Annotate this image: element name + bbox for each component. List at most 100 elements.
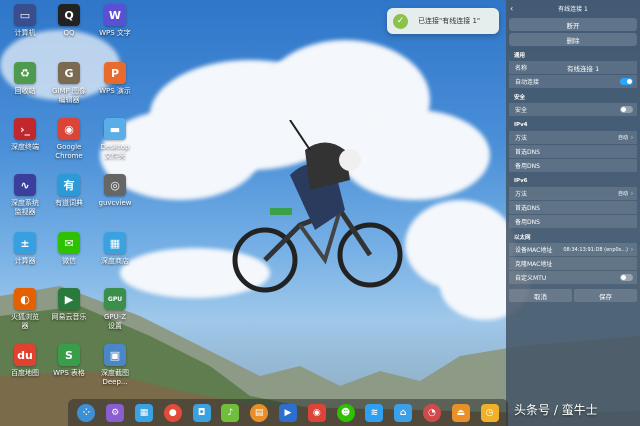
- eject-icon[interactable]: ⏏: [451, 403, 470, 422]
- image-viewer-icon[interactable]: ⌂: [394, 403, 413, 422]
- desktop-icon[interactable]: W WPS 文字: [90, 4, 140, 38]
- music-player-icon[interactable]: ♪: [221, 403, 240, 422]
- firefox-icon: ◐: [14, 288, 36, 310]
- ipv4-method-row[interactable]: 方法 自动 ›: [509, 131, 637, 144]
- delete-button[interactable]: 删除: [509, 33, 637, 46]
- security-heading: 安全: [514, 95, 526, 101]
- ipv6-dns1-label: 首选DNS: [515, 205, 540, 212]
- autoconnect-toggle[interactable]: [620, 78, 633, 85]
- clone-mac-field[interactable]: 克隆MAC地址: [509, 257, 637, 270]
- name-row[interactable]: 名称 有线连接 1: [509, 61, 637, 74]
- name-field[interactable]: 有线连接 1: [567, 63, 599, 73]
- ipv4-dns1-field[interactable]: 首选DNS: [509, 145, 637, 158]
- desktop-icon[interactable]: ▶ 网易云音乐: [44, 288, 94, 322]
- app-store-icon[interactable]: ◘: [192, 403, 211, 422]
- desktop-icon[interactable]: ▣ 深度截图 Deep...: [90, 344, 140, 387]
- wps-writer-icon: W: [104, 4, 126, 26]
- gimp-icon: G: [58, 62, 80, 84]
- ipv6-method-row[interactable]: 方法 自动 ›: [509, 187, 637, 200]
- desktop-icon-label: WPS 演示: [99, 87, 131, 95]
- desktop-icon[interactable]: ✉ 微信: [44, 232, 94, 266]
- general-section: 通用 名称 有线连接 1 自动连接: [509, 50, 637, 88]
- desktop-icon-label: WPS 表格: [53, 369, 85, 377]
- desktop-icon[interactable]: ∿ 深度系统 监视器: [0, 174, 50, 217]
- baidu-map-icon: du: [14, 344, 36, 366]
- netease-music-icon: ▶: [58, 288, 80, 310]
- desktop-icon[interactable]: ◉ Google Chrome: [44, 118, 94, 161]
- desktop-icon[interactable]: ◎ guvcview: [90, 174, 140, 208]
- panel-title: 有线连接 1: [558, 5, 588, 13]
- ipv4-method-label: 方法: [515, 135, 528, 142]
- desktop-icon[interactable]: ♻ 回收站: [0, 62, 50, 96]
- video-player-icon[interactable]: ▶: [278, 403, 297, 422]
- general-heading: 通用: [514, 53, 526, 59]
- security-toggle[interactable]: [620, 106, 633, 113]
- webcam-icon: ◎: [104, 174, 126, 196]
- cancel-button[interactable]: 取消: [509, 289, 572, 302]
- desktop-icon-label: 有道词典: [55, 199, 83, 207]
- desktop-icon[interactable]: ▦ 深度商店: [90, 232, 140, 266]
- mac-row[interactable]: 设备MAC地址 08:34:13:91:D8 (enp0s...) ›: [509, 243, 637, 256]
- desktop-icon[interactable]: 有有道词典: [44, 174, 94, 208]
- desktop-icon-label: Desktop 文件夹: [100, 143, 130, 160]
- ipv6-heading: IPv6: [514, 178, 528, 184]
- chrome-icon[interactable]: ◉: [307, 403, 326, 422]
- disconnect-button[interactable]: 断开: [509, 18, 637, 31]
- launcher-icon[interactable]: ⁘: [77, 403, 96, 422]
- desktop-icon[interactable]: S WPS 表格: [44, 344, 94, 378]
- autoconnect-row: 自动连接: [509, 75, 637, 88]
- ipv6-dns2-label: 备用DNS: [515, 219, 540, 226]
- desktop-icon-label: 火狐浏览 器: [11, 313, 39, 330]
- multitask-view-icon[interactable]: ▦: [134, 403, 153, 422]
- ipv6-dns2-field[interactable]: 备用DNS: [509, 215, 637, 228]
- desktop-icon-label: WPS 文字: [99, 29, 131, 37]
- mtu-row: 自定义MTU: [509, 271, 637, 284]
- file-manager-icon[interactable]: ▤: [250, 403, 269, 422]
- system-monitor-icon[interactable]: ◔: [422, 403, 441, 422]
- app-store-icon: ▦: [104, 232, 126, 254]
- desktop-icon-label: GIMP 图像 编辑器: [52, 87, 86, 104]
- desktop-icon[interactable]: GPU GPU-Z 设置: [90, 288, 140, 331]
- notification-text: 已连接"有线连接 1": [418, 17, 481, 25]
- qq-penguin-icon: Q: [58, 4, 80, 26]
- clock-icon[interactable]: ◷: [480, 403, 499, 422]
- screenshot-icon: ▣: [104, 344, 126, 366]
- desktop-icon-label: 深度系统 监视器: [11, 199, 39, 216]
- desktop-icon[interactable]: G GIMP 图像 编辑器: [44, 62, 94, 105]
- ethernet-heading: 以太网: [514, 235, 531, 241]
- desktop-icon-label: 百度地图: [11, 369, 39, 377]
- chevron-right-icon: ›: [631, 134, 633, 141]
- screen-record-icon[interactable]: ●: [163, 403, 182, 422]
- panel-header: ‹ 有线连接 1: [506, 0, 640, 16]
- desktop-icon[interactable]: ▬ Desktop 文件夹: [90, 118, 140, 161]
- desktop-icon-label: 回收站: [14, 87, 36, 95]
- desktop-icon[interactable]: ◐ 火狐浏览 器: [0, 288, 50, 331]
- settings-gear-icon[interactable]: ⚙: [106, 403, 125, 422]
- back-arrow-icon[interactable]: ‹: [510, 4, 513, 13]
- wechat-icon[interactable]: ☻: [336, 403, 355, 422]
- desktop-icon[interactable]: du 百度地图: [0, 344, 50, 378]
- desktop-icon-label: QQ: [63, 29, 75, 37]
- desktop-icon[interactable]: P WPS 演示: [90, 62, 140, 96]
- desktop-icon[interactable]: ± 计算器: [0, 232, 50, 266]
- computer-icon: ▭: [14, 4, 36, 26]
- desktop-icon-label: 计算机: [14, 29, 36, 37]
- desktop-icon[interactable]: ▭ 计算机: [0, 4, 50, 38]
- desktop-icon-label: 深度商店: [101, 257, 129, 265]
- ipv4-dns1-label: 首选DNS: [515, 149, 540, 156]
- save-button[interactable]: 保存: [574, 289, 637, 302]
- security-section: 安全 安全: [509, 92, 637, 116]
- clone-mac-label: 克隆MAC地址: [515, 261, 553, 268]
- check-icon: ✓: [393, 13, 408, 29]
- desktop-icon[interactable]: Q QQ: [44, 4, 94, 38]
- ipv6-method-value: 自动: [617, 191, 628, 197]
- connection-notification[interactable]: ✓ 已连接"有线连接 1": [387, 8, 499, 34]
- ipv6-dns1-field[interactable]: 首选DNS: [509, 201, 637, 214]
- mtu-toggle[interactable]: [620, 274, 633, 281]
- autoconnect-label: 自动连接: [515, 79, 540, 86]
- gpu-icon: GPU: [104, 288, 126, 310]
- desktop-icon-label: guvcview: [98, 199, 132, 207]
- desktop-icon[interactable]: ›_ 深度终端: [0, 118, 50, 152]
- wifi-network-icon[interactable]: ≋: [365, 403, 384, 422]
- ipv4-dns2-field[interactable]: 备用DNS: [509, 159, 637, 172]
